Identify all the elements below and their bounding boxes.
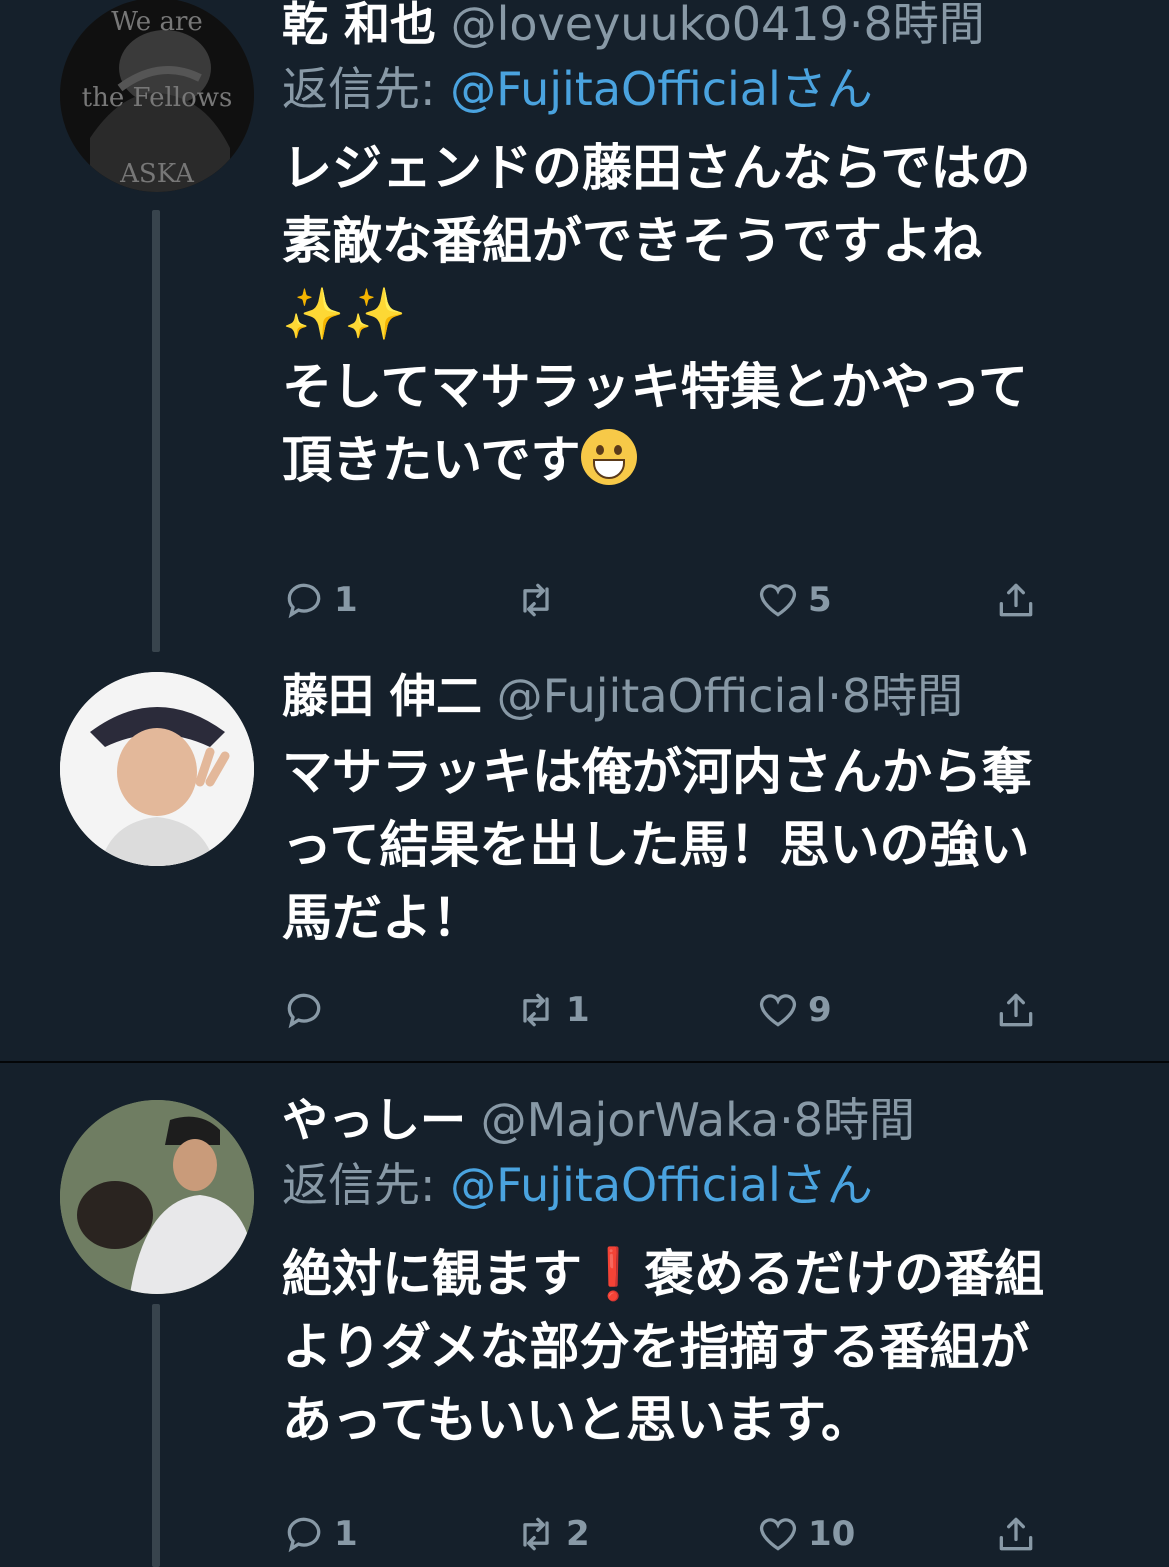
avatar-image: We are the Fellows ASKA [60,0,254,192]
reply-icon [287,993,321,1029]
reply-to: 返信先: @FujitaOfficialさん [282,1150,1149,1220]
avatar[interactable] [60,1100,254,1294]
tweet-text: レジェンドの藤田さんならではの 素敵な番組ができそうですよね ✨✨ そしてマサラ… [282,132,1149,497]
reply-to: 返信先: @FujitaOfficialさん [282,54,1149,124]
tweet-line: 褒めるだけの番組 [644,1245,1045,1303]
tweet-actions: 1 2 10 [282,1504,1062,1564]
tweet-line: 絶対に観ます [282,1245,582,1303]
retweet-icon [523,993,549,1027]
display-name[interactable]: 乾 和也 [282,0,436,51]
tweet-header: 乾 和也 @loveyuuko0419·8時間 [282,0,1149,54]
tweet-2[interactable]: 藤田 伸二 @FujitaOfficial·8時間 マサラッキは俺が河内さんから… [0,660,1169,1062]
handle[interactable]: @MajorWaka [481,1093,779,1147]
avatar-image [60,1100,254,1294]
timestamp[interactable]: 8時間 [863,0,984,51]
display-name[interactable]: 藤田 伸二 [282,669,482,723]
retweet-icon [523,1517,549,1551]
tweet-actions: 1 9 [282,980,1062,1040]
retweet-count: 1 [566,990,590,1030]
like-count: 5 [808,580,832,620]
heart-icon [759,994,797,1027]
avatar-text-1: We are [111,7,203,37]
thread-line [152,1304,160,1567]
like-count: 9 [808,990,832,1030]
exclamation-emoji: ❗ [582,1245,645,1303]
thread-line [152,210,160,652]
share-button[interactable] [994,570,1038,630]
tweet-line: レジェンドの藤田さんならではの [282,139,1031,197]
heart-icon [759,1518,797,1551]
avatar[interactable]: We are the Fellows ASKA [60,0,254,192]
retweet-count: 2 [566,1514,590,1554]
tweet-line: マサラッキは俺が河内さんから奪 [282,743,1032,801]
tweet-line: 頂きたいです [282,431,581,489]
avatar[interactable] [60,672,254,866]
reply-icon [287,583,321,619]
like-count: 10 [808,1514,856,1554]
tweet-line: 馬だよ！ [282,889,482,947]
retweet-icon [523,583,549,617]
reply-count: 1 [334,580,358,620]
like-button[interactable]: 5 [756,570,832,630]
like-button[interactable]: 10 [756,1504,855,1564]
share-button[interactable] [994,1504,1038,1564]
reply-count: 1 [334,1514,358,1554]
heart-icon [759,584,797,617]
tweet-1[interactable]: We are the Fellows ASKA 乾 和也 @loveyuuko0… [0,0,1169,660]
tweet-line: って結果を出した馬！思いの強い [282,816,1030,874]
handle[interactable]: @loveyuuko0419 [451,0,849,51]
tweet-line: あってもいいと思います。 [282,1391,871,1449]
reply-mention[interactable]: @FujitaOfficialさん [450,1158,873,1212]
reply-button[interactable] [282,980,334,1040]
share-icon [999,583,1033,617]
tweet-text: 絶対に観ます❗褒めるだけの番組 よりダメな部分を指摘する番組が あってもいいと思… [282,1238,1149,1457]
tweet-divider [0,1061,1169,1063]
timestamp[interactable]: 8時間 [842,669,963,723]
reply-icon [287,1517,321,1553]
grinning-face-emoji [580,429,637,485]
tweet-line: 素敵な番組ができそうですよね [282,212,982,270]
avatar-text-3: ASKA [119,159,195,189]
tweet-text: マサラッキは俺が河内さんから奪 って結果を出した馬！思いの強い 馬だよ！ [282,736,1149,955]
tweet-header: 藤田 伸二 @FujitaOfficial·8時間 [282,669,964,723]
like-button[interactable]: 9 [756,980,832,1040]
reply-prefix: 返信先: [282,1158,436,1212]
share-icon [999,1517,1033,1551]
tweet-3[interactable]: やっしー @MajorWaka·8時間 返信先: @FujitaOfficial… [0,1064,1169,1567]
avatar-text-2: the Fellows [82,83,233,113]
share-icon [999,993,1033,1027]
reply-prefix: 返信先: [282,62,436,116]
retweet-button[interactable] [514,570,566,630]
display-name[interactable]: やっしー [282,1093,466,1147]
reply-button[interactable]: 1 [282,1504,358,1564]
retweet-button[interactable]: 2 [514,1504,590,1564]
tweet-line: よりダメな部分を指摘する番組が [282,1318,1030,1376]
tweet-header: やっしー @MajorWaka·8時間 [282,1093,915,1147]
timestamp[interactable]: 8時間 [794,1093,915,1147]
handle[interactable]: @FujitaOfficial [497,669,828,723]
reply-mention[interactable]: @FujitaOfficialさん [450,62,873,116]
reply-button[interactable]: 1 [282,570,358,630]
tweet-actions: 1 5 [282,570,1062,630]
share-button[interactable] [994,980,1038,1040]
retweet-button[interactable]: 1 [514,980,590,1040]
tweet-line: そしてマサラッキ特集とかやって [282,358,1028,416]
sparkles-emoji: ✨✨ [282,285,407,343]
avatar-image [60,672,254,866]
